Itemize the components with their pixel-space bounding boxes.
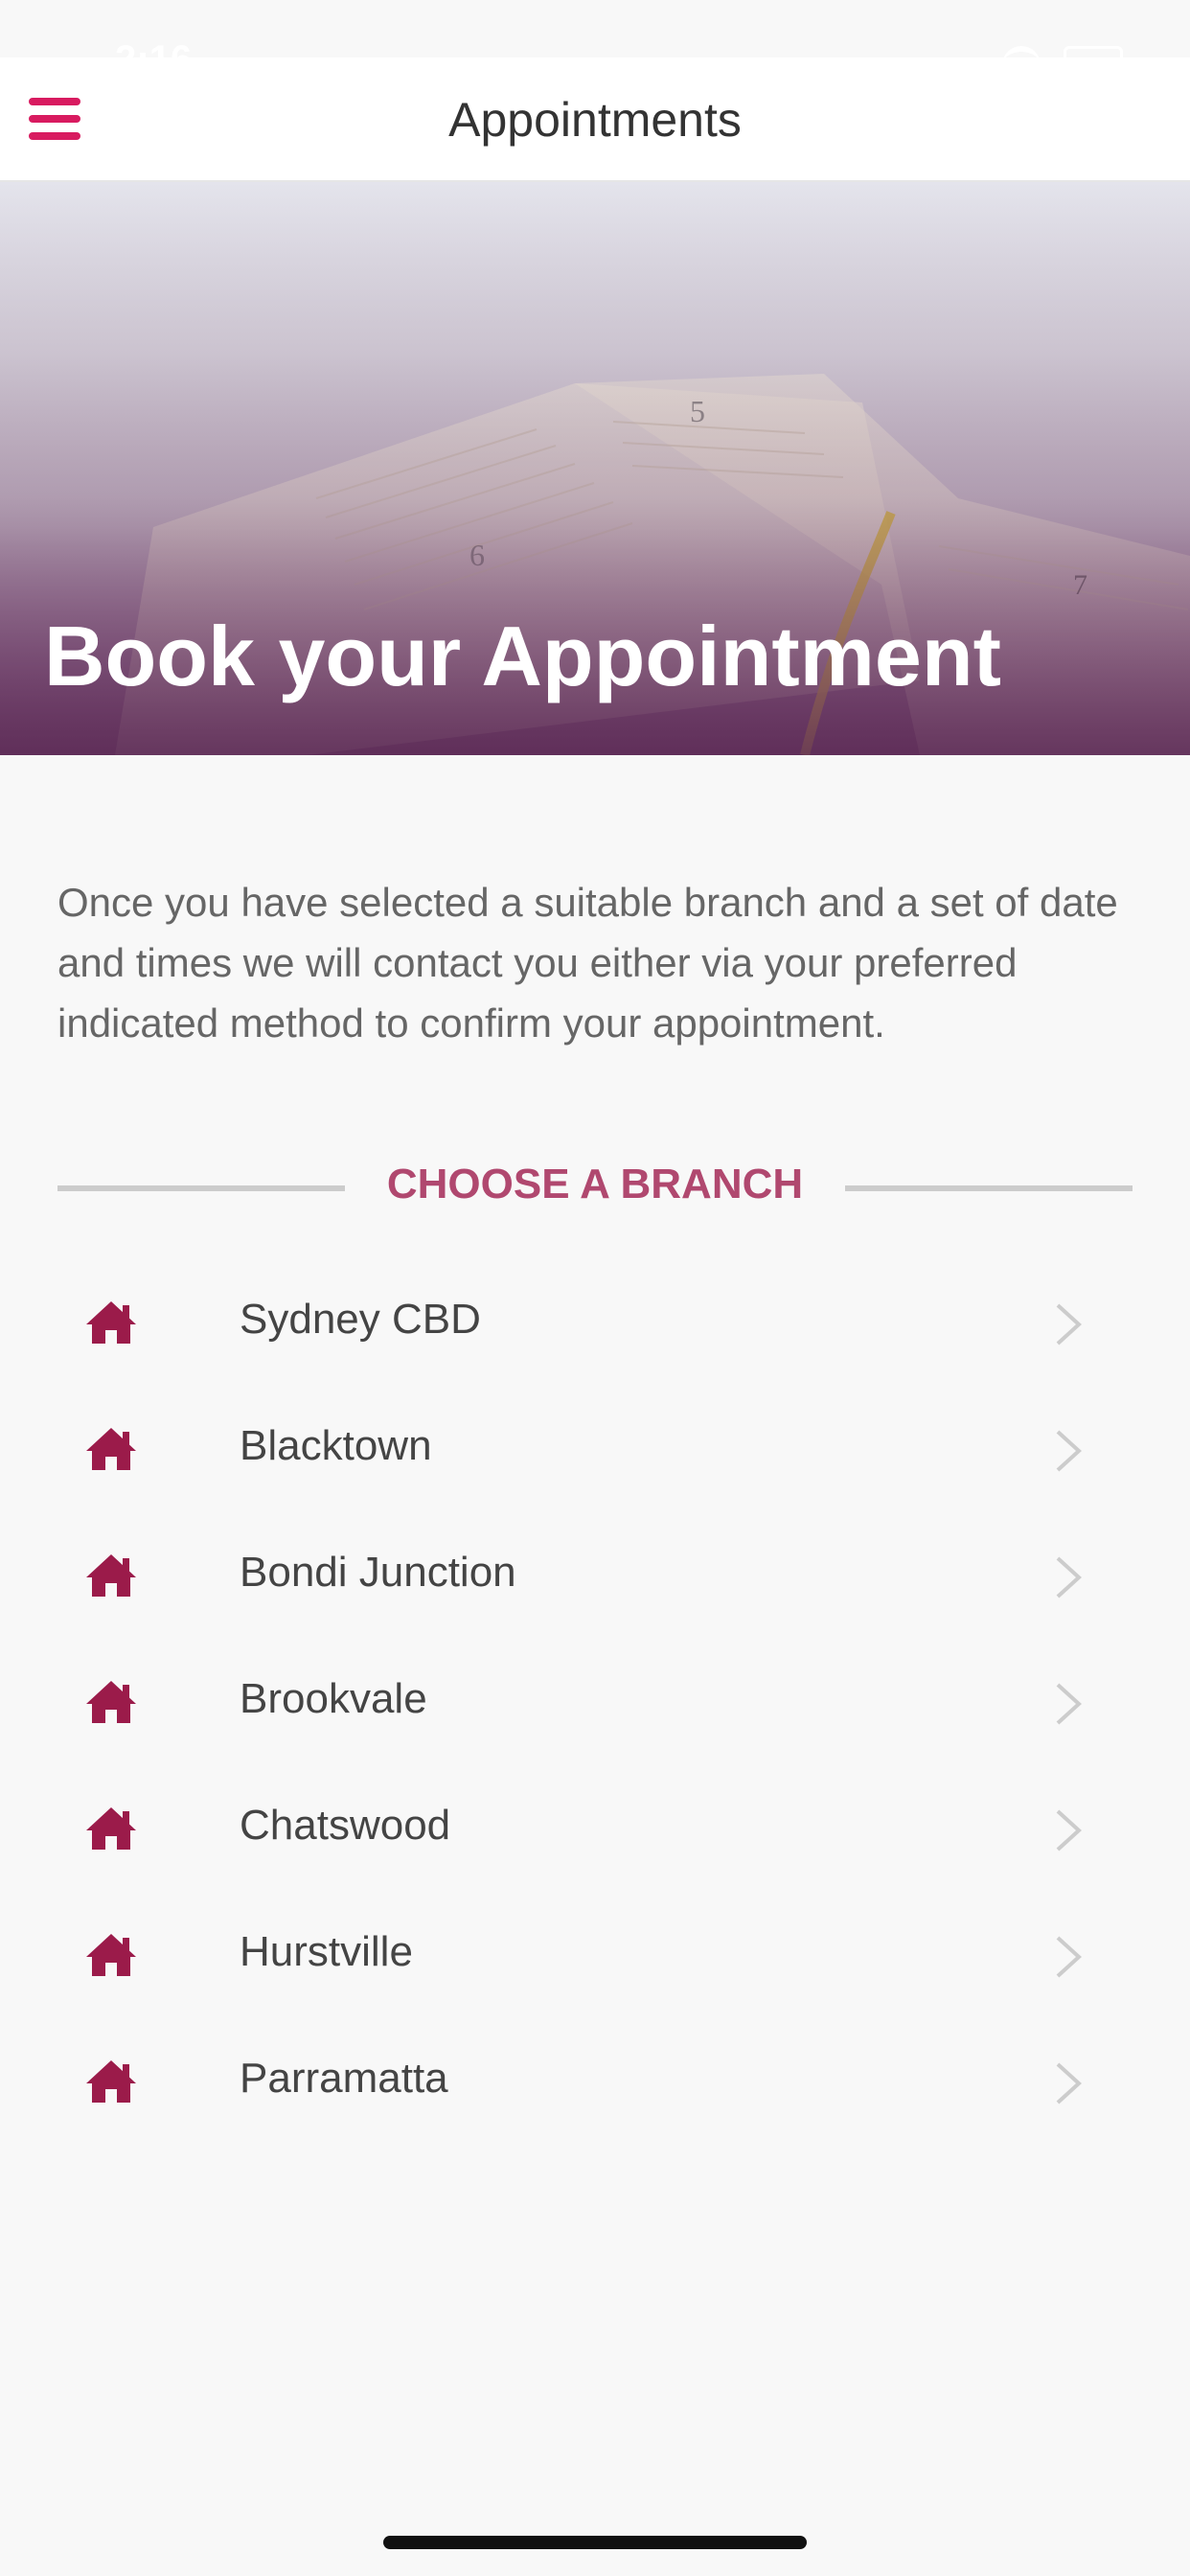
branch-name: Chatswood	[240, 1802, 451, 1849]
battery-icon	[1064, 46, 1123, 77]
home-icon	[86, 1807, 136, 1850]
branch-name: Brookvale	[240, 1675, 427, 1722]
branch-item-sydney-cbd[interactable]: Sydney CBD	[0, 1259, 1190, 1386]
status-time: 2:16	[115, 38, 193, 80]
branch-item-hurstville[interactable]: Hurstville	[0, 1892, 1190, 2018]
divider-line-right	[845, 1185, 1133, 1191]
branch-name: Sydney CBD	[240, 1296, 481, 1343]
hero-title: Book your Appointment	[44, 609, 1001, 703]
wifi-icon	[1002, 46, 1041, 79]
description-text: Once you have selected a suitable branch…	[57, 880, 1118, 1046]
home-icon	[86, 1428, 136, 1470]
branch-item-brookvale[interactable]: Brookvale	[0, 1639, 1190, 1765]
chevron-right-icon	[1056, 1556, 1082, 1598]
branch-item-blacktown[interactable]: Blacktown	[0, 1386, 1190, 1512]
hero-banner: 5 6 7 Book your Appointment	[0, 182, 1190, 755]
branch-item-parramatta[interactable]: Parramatta	[0, 2018, 1190, 2145]
home-indicator[interactable]	[383, 2536, 807, 2549]
branch-name: Bondi Junction	[240, 1549, 516, 1596]
home-icon	[86, 1934, 136, 1976]
branch-name: Blacktown	[240, 1422, 432, 1469]
chevron-right-icon	[1056, 1430, 1082, 1472]
home-icon	[86, 1681, 136, 1723]
section-title: CHOOSE A BRANCH	[386, 1161, 804, 1208]
home-icon	[86, 1554, 136, 1597]
chevron-right-icon	[1056, 1936, 1082, 1978]
chevron-right-icon	[1056, 1809, 1082, 1852]
chevron-right-icon	[1056, 1303, 1082, 1346]
branch-name: Parramatta	[240, 2055, 448, 2102]
branch-list: Sydney CBD Blacktown Bondi Junction Broo…	[0, 1259, 1190, 2145]
home-icon	[86, 2060, 136, 2103]
status-icons	[1002, 46, 1123, 79]
branch-item-bondi-junction[interactable]: Bondi Junction	[0, 1512, 1190, 1639]
branch-item-chatswood[interactable]: Chatswood	[0, 1765, 1190, 1892]
choose-branch-divider: CHOOSE A BRANCH	[57, 1155, 1133, 1218]
chevron-right-icon	[1056, 1683, 1082, 1725]
status-bar: 2:16	[0, 0, 1190, 105]
appointments-screen: Appointments 2:16 Book your Appointment …	[0, 0, 1190, 2576]
home-icon	[86, 1301, 136, 1344]
branch-name: Hurstville	[240, 1928, 413, 1975]
chevron-right-icon	[1056, 2062, 1082, 2104]
